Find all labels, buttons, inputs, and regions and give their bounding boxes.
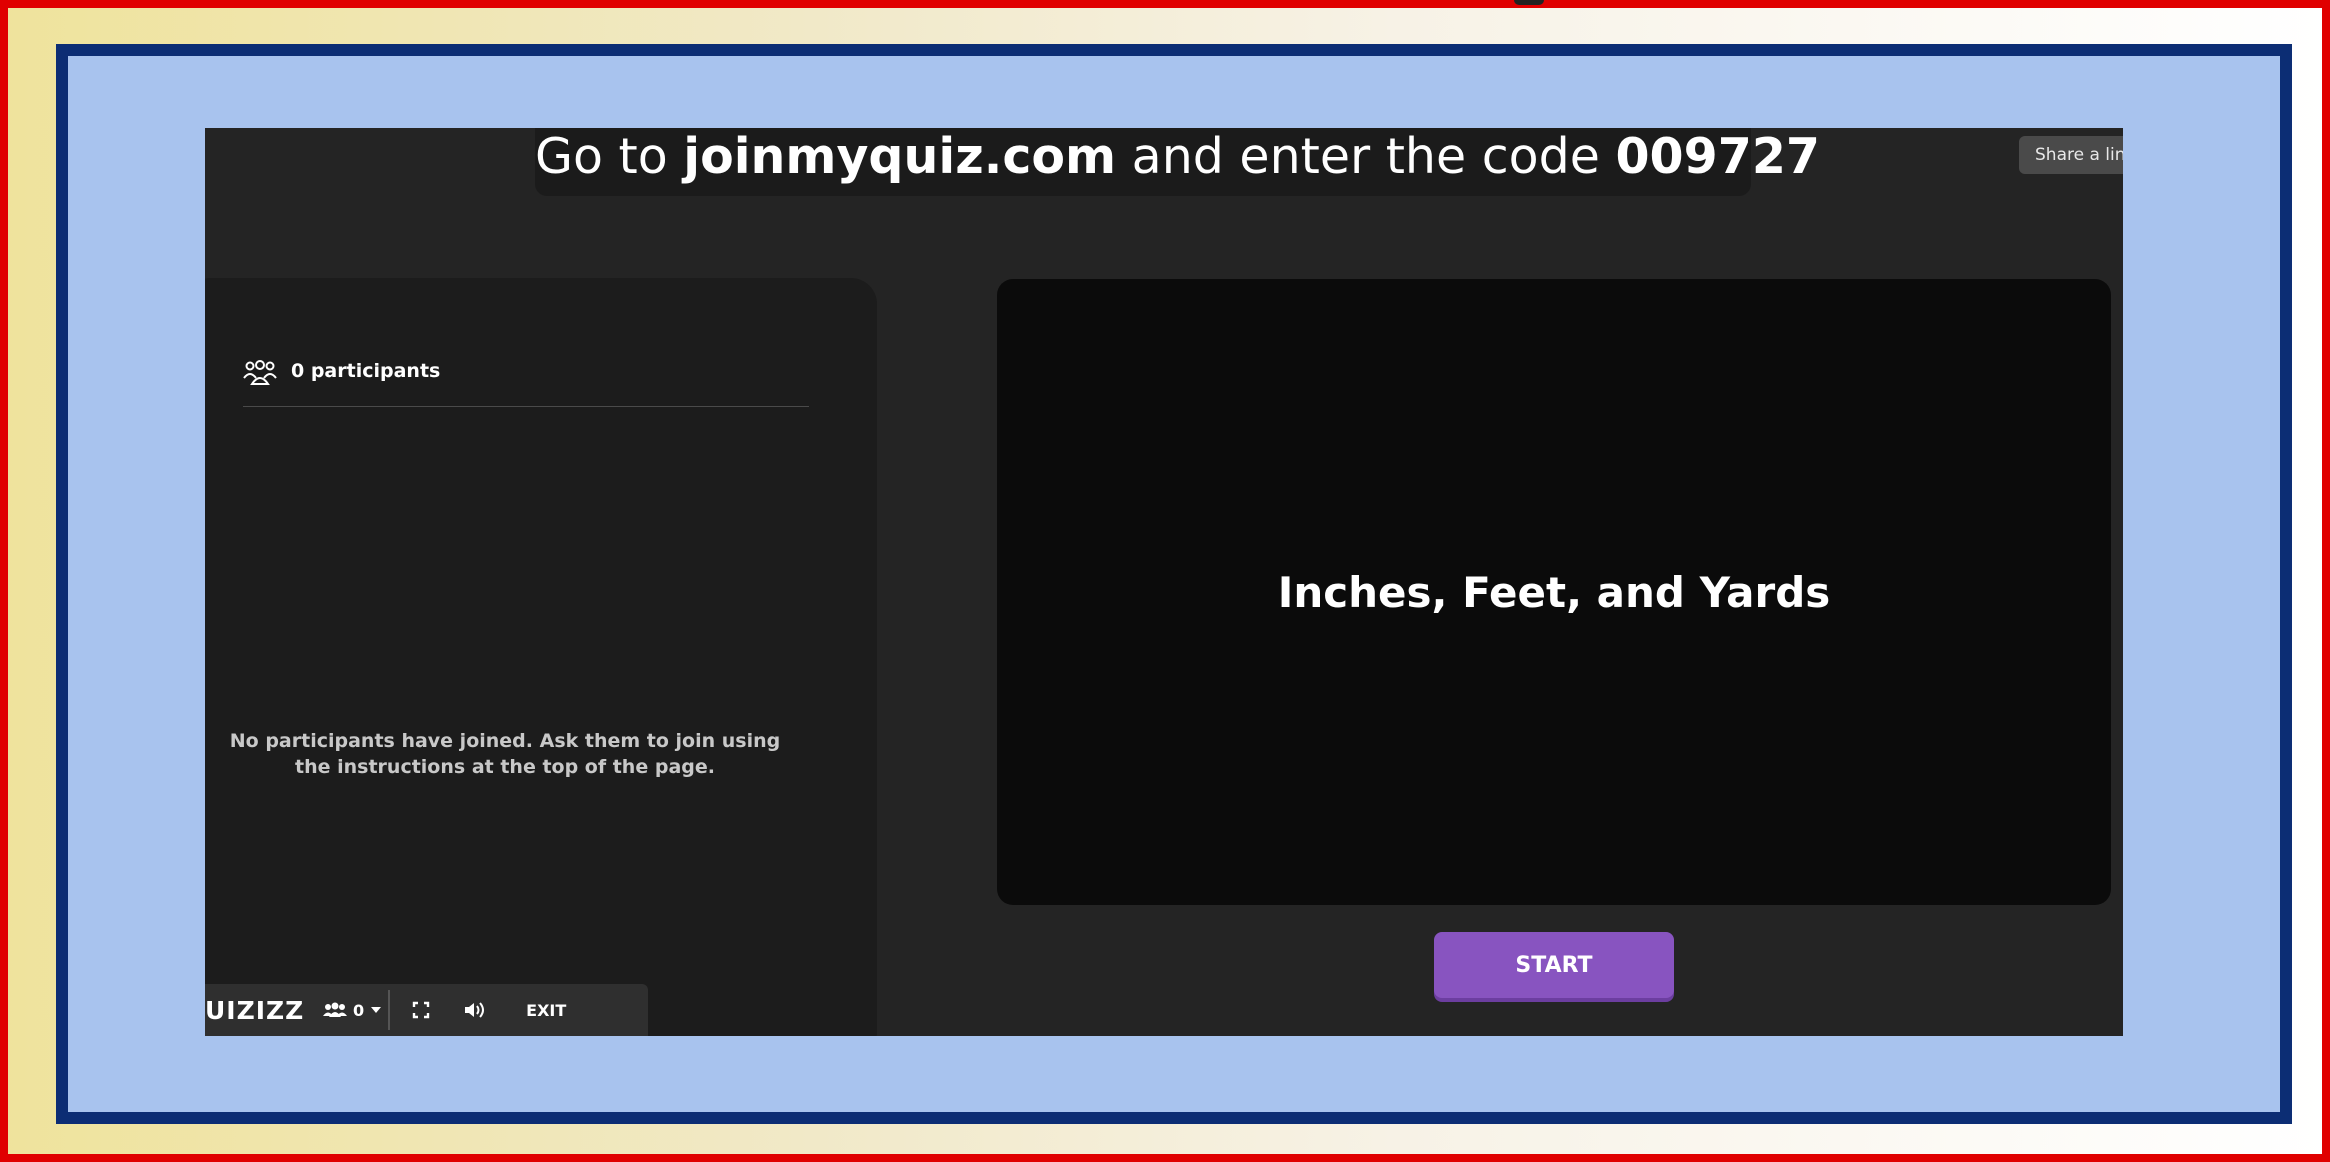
quiz-title: Inches, Feet, and Yards [1277,567,1831,617]
player-count: 0 [353,1000,365,1020]
participant-count: 0 participants [291,360,441,382]
quiz-title-card: Inches, Feet, and Yards [997,279,2111,905]
start-button[interactable]: START [1434,932,1674,998]
top-notch [1514,0,1544,5]
empty-participants-message: No participants have joined. Ask them to… [229,730,781,778]
quiz-lobby-screen: Go to joinmyquiz.com and enter the code … [205,128,2123,1036]
people-icon [243,360,277,386]
participants-panel: 0 participants No participants have join… [205,278,877,1036]
people-icon [323,1002,347,1017]
join-instructions-banner: Go to joinmyquiz.com and enter the code … [535,128,1820,196]
volume-button[interactable] [464,1001,486,1019]
join-site: joinmyquiz.com [683,128,1117,185]
player-count-dropdown[interactable]: 0 [323,1001,382,1020]
participants-header: 0 participants [243,360,809,407]
fullscreen-button[interactable] [412,1001,430,1019]
join-prefix: Go to [535,128,684,185]
exit-button[interactable]: EXIT [526,1001,566,1020]
toolbar-divider [388,990,391,1030]
fullscreen-icon [412,1001,430,1019]
brand-logo: UIZIZZ [205,995,305,1025]
join-code: 009727 [1615,128,1821,185]
join-middle: and enter the code [1116,128,1616,185]
volume-icon [465,1002,485,1018]
chevron-down-icon [371,1007,382,1013]
bottom-toolbar: UIZIZZ 0 EXIT [205,984,648,1036]
share-link-button[interactable]: Share a link [2019,136,2123,174]
